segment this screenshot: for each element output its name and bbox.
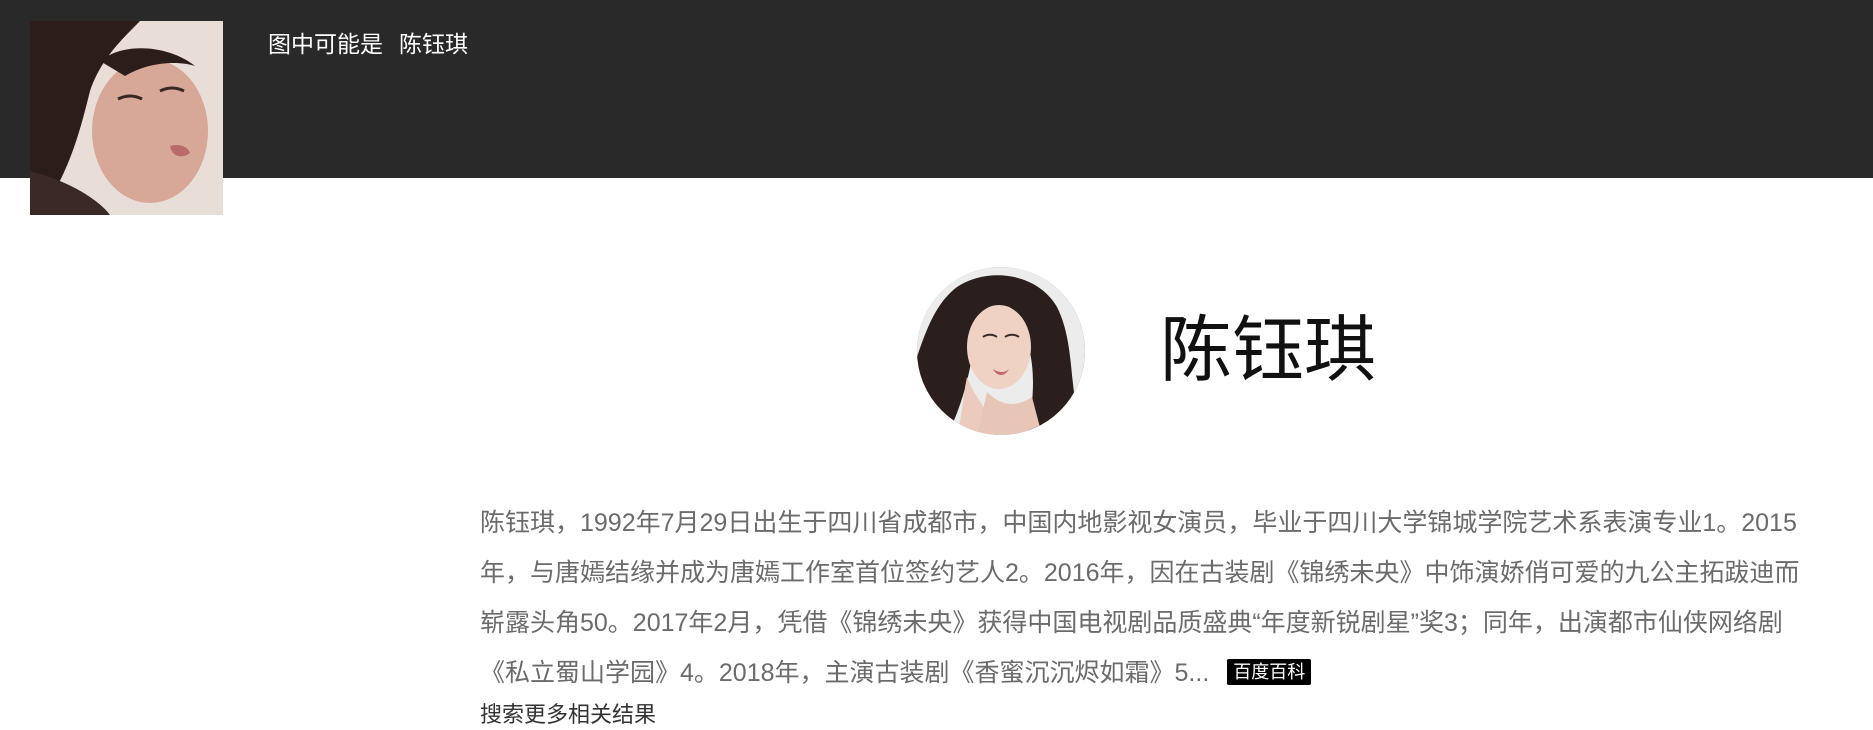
portrait-avatar-icon xyxy=(917,267,1085,435)
image-guess-text: 图中可能是 陈钰琪 xyxy=(268,30,468,58)
guess-name-link[interactable]: 陈钰琪 xyxy=(399,31,468,57)
profile-bio: 陈钰琪，1992年7月29日出生于四川省成都市，中国内地影视女演员，毕业于四川大… xyxy=(480,498,1800,698)
query-image-thumbnail[interactable] xyxy=(30,21,223,215)
profile-name: 陈钰琪 xyxy=(1160,311,1377,391)
bio-text: 陈钰琪，1992年7月29日出生于四川省成都市，中国内地影视女演员，毕业于四川大… xyxy=(480,509,1800,687)
guess-label: 图中可能是 xyxy=(268,31,383,57)
profile-avatar[interactable] xyxy=(917,267,1085,435)
face-thumbnail-icon xyxy=(30,21,223,215)
source-badge[interactable]: 百度百科 xyxy=(1227,659,1312,685)
more-results-link[interactable]: 搜索更多相关结果 xyxy=(480,700,656,730)
result-header-bar xyxy=(0,0,1873,178)
